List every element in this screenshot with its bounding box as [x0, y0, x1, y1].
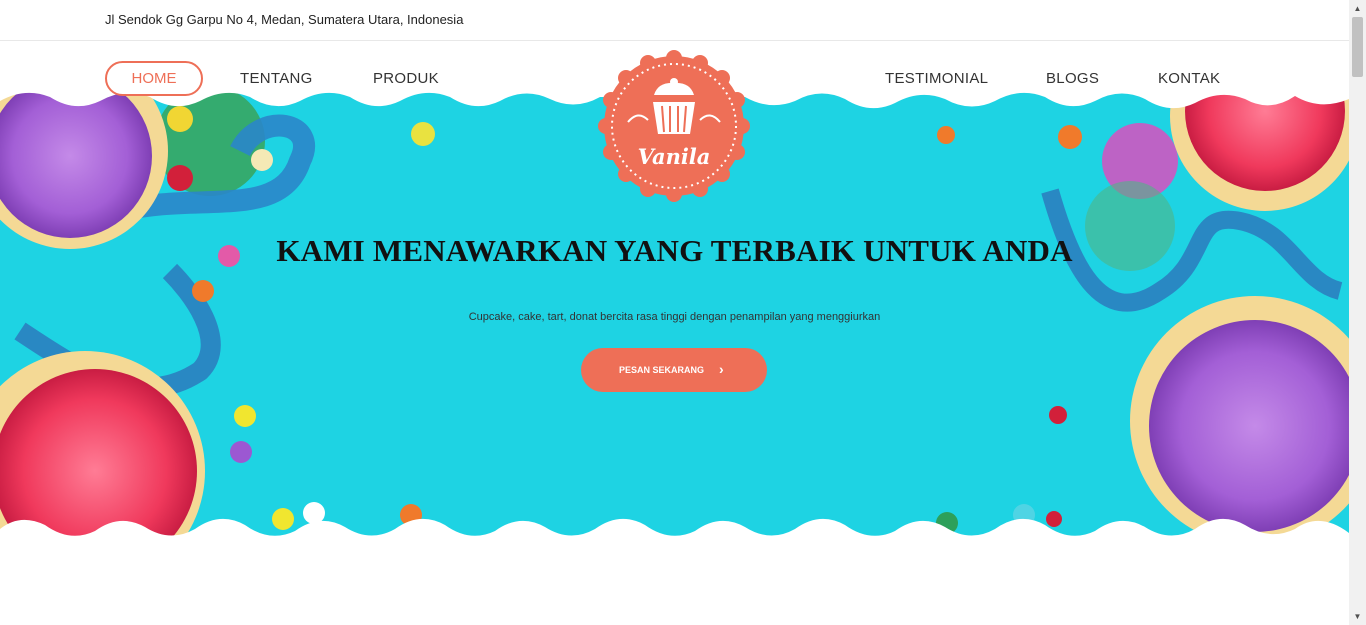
chevron-right-icon: › [719, 361, 724, 377]
nav-home-link[interactable]: HOME [105, 61, 203, 96]
nav-contact-link[interactable]: KONTAK [1158, 70, 1220, 87]
vanila-logo[interactable] [598, 50, 750, 202]
top-info-bar: Jl Sendok Gg Garpu No 4, Medan, Sumatera… [0, 0, 1349, 41]
page-scrollbar[interactable]: ▲ ▼ [1349, 0, 1366, 625]
hero-headline: KAMI MENAWARKAN YANG TERBAIK UNTUK ANDA [276, 233, 1073, 268]
order-now-label: PESAN SEKARANG [619, 365, 705, 375]
order-now-button[interactable]: PESAN SEKARANG › [581, 348, 767, 392]
nav-products-link[interactable]: PRODUK [373, 70, 439, 87]
nav-blogs-link[interactable]: BLOGS [1046, 70, 1099, 87]
scrollbar-thumb[interactable] [1352, 17, 1363, 77]
nav-testimonial-link[interactable]: TESTIMONIAL [885, 70, 988, 87]
scroll-up-arrow-icon[interactable]: ▲ [1349, 0, 1366, 17]
hero-subline: Cupcake, cake, tart, donat bercita rasa … [468, 311, 881, 323]
nav-about-link[interactable]: TENTANG [240, 70, 313, 87]
logo-wordmark: Vanila [637, 144, 711, 169]
address-text: Jl Sendok Gg Garpu No 4, Medan, Sumatera… [105, 12, 464, 27]
scroll-down-arrow-icon[interactable]: ▼ [1349, 608, 1366, 625]
page: Jl Sendok Gg Garpu No 4, Medan, Sumatera… [0, 0, 1366, 625]
